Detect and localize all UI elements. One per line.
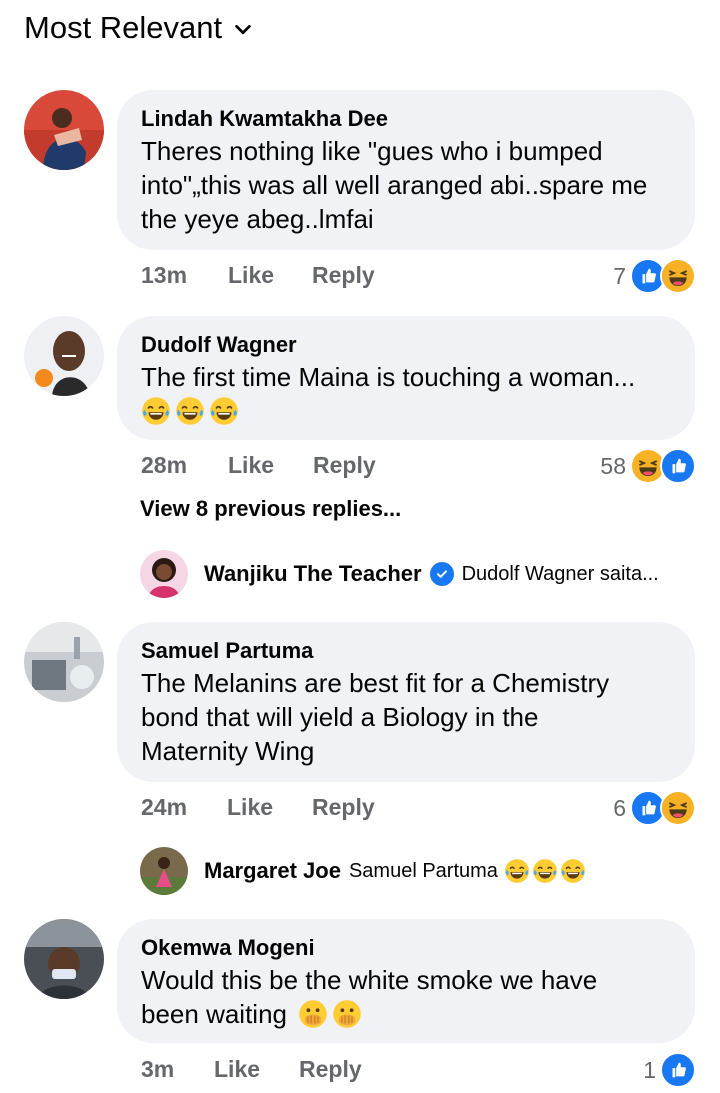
- reaction-count: 1: [643, 1056, 656, 1083]
- verified-badge-icon: [429, 562, 454, 586]
- comment-text-line: The Melanins are best fit for a Chemistr…: [141, 668, 610, 698]
- reply-author[interactable]: Margaret Joe: [204, 858, 341, 884]
- reply-snippet: Samuel Partuma: [348, 859, 498, 882]
- tears-of-joy-icon: [504, 858, 530, 884]
- comment-actions: 3m Like Reply: [141, 1056, 362, 1083]
- reaction-summary[interactable]: 58: [600, 448, 696, 484]
- comment-actions: 13m Like Reply: [141, 262, 375, 289]
- avatar[interactable]: [140, 550, 188, 598]
- tears-of-joy-icon: [560, 858, 586, 884]
- reply-preview[interactable]: Wanjiku The Teacher Dudolf Wagner saita.…: [204, 561, 659, 587]
- tears-of-joy-icon: [532, 858, 558, 884]
- sort-label: Most Relevant: [24, 10, 223, 45]
- face-with-hand-over-mouth-icon: [332, 999, 362, 1029]
- reply-button[interactable]: Reply: [312, 262, 375, 289]
- reaction-summary[interactable]: 6: [613, 790, 696, 826]
- tears-of-joy-icon: [141, 396, 171, 426]
- like-button[interactable]: Like: [214, 1056, 299, 1083]
- reaction-summary[interactable]: 1: [643, 1052, 696, 1088]
- comment-bubble: Samuel Partuma The Melanins are best fit…: [117, 622, 695, 782]
- comment-text-line: The first time Maina is touching a woman…: [141, 362, 636, 392]
- reaction-summary[interactable]: 7: [613, 258, 696, 294]
- face-with-hand-over-mouth-icon: [298, 999, 328, 1029]
- reply-button[interactable]: Reply: [299, 1056, 362, 1083]
- comment-text-line: into"„this was all well aranged abi..spa…: [141, 170, 648, 200]
- comment-bubble: Lindah Kwamtakha Dee Theres nothing like…: [117, 90, 695, 250]
- avatar[interactable]: [24, 316, 104, 396]
- tears-of-joy-icon: [209, 396, 239, 426]
- tears-of-joy-icon: [175, 396, 205, 426]
- avatar[interactable]: [140, 847, 188, 895]
- comment-time[interactable]: 24m: [141, 794, 227, 821]
- comment-author[interactable]: Samuel Partuma: [141, 636, 671, 666]
- reaction-count: 7: [613, 262, 626, 289]
- comment-text-line: the yeye abeg..lmfai: [141, 204, 374, 234]
- avatar[interactable]: [24, 919, 104, 999]
- avatar[interactable]: [24, 622, 104, 702]
- reply-emojis: [504, 858, 586, 884]
- sort-dropdown[interactable]: Most Relevant: [24, 10, 254, 46]
- like-button[interactable]: Like: [228, 452, 313, 479]
- reply-snippet: Dudolf Wagner saita...: [461, 562, 659, 585]
- comment-time[interactable]: 3m: [141, 1056, 214, 1083]
- comment-actions: 24m Like Reply: [141, 794, 375, 821]
- comment-author[interactable]: Lindah Kwamtakha Dee: [141, 104, 671, 134]
- avatar[interactable]: [24, 90, 104, 170]
- reply-author[interactable]: Wanjiku The Teacher: [204, 561, 422, 587]
- like-icon: [660, 448, 696, 484]
- comment-text-line: been waiting: [141, 999, 287, 1029]
- comment-author[interactable]: Dudolf Wagner: [141, 330, 671, 360]
- reply-preview[interactable]: Margaret Joe Samuel Partuma: [204, 858, 586, 884]
- comment-text-line-with-emoji: been waiting: [141, 997, 671, 1031]
- comment-actions: 28m Like Reply: [141, 452, 376, 479]
- like-button[interactable]: Like: [228, 262, 312, 289]
- reaction-count: 58: [600, 452, 626, 479]
- like-icon: [660, 1052, 696, 1088]
- comment-time[interactable]: 28m: [141, 452, 228, 479]
- reply-button[interactable]: Reply: [313, 452, 376, 479]
- comment-author[interactable]: Okemwa Mogeni: [141, 933, 671, 963]
- comment-text-line: Would this be the white smoke we have: [141, 965, 598, 995]
- haha-icon: [660, 258, 696, 294]
- haha-icon: [660, 790, 696, 826]
- comment-emoji-line: [141, 394, 671, 430]
- comment-bubble: Dudolf Wagner The first time Maina is to…: [117, 316, 695, 440]
- reply-button[interactable]: Reply: [312, 794, 375, 821]
- view-previous-replies-link[interactable]: View 8 previous replies...: [140, 496, 401, 522]
- reaction-count: 6: [613, 794, 626, 821]
- comment-text-line: bond that will yield a Biology in the: [141, 702, 539, 732]
- comment-time[interactable]: 13m: [141, 262, 228, 289]
- comment-text-line: Maternity Wing: [141, 736, 315, 766]
- like-button[interactable]: Like: [227, 794, 312, 821]
- comment-bubble: Okemwa Mogeni Would this be the white sm…: [117, 919, 695, 1043]
- comment-text-line: Theres nothing like "gues who i bumped: [141, 136, 603, 166]
- chevron-down-icon: [235, 24, 251, 35]
